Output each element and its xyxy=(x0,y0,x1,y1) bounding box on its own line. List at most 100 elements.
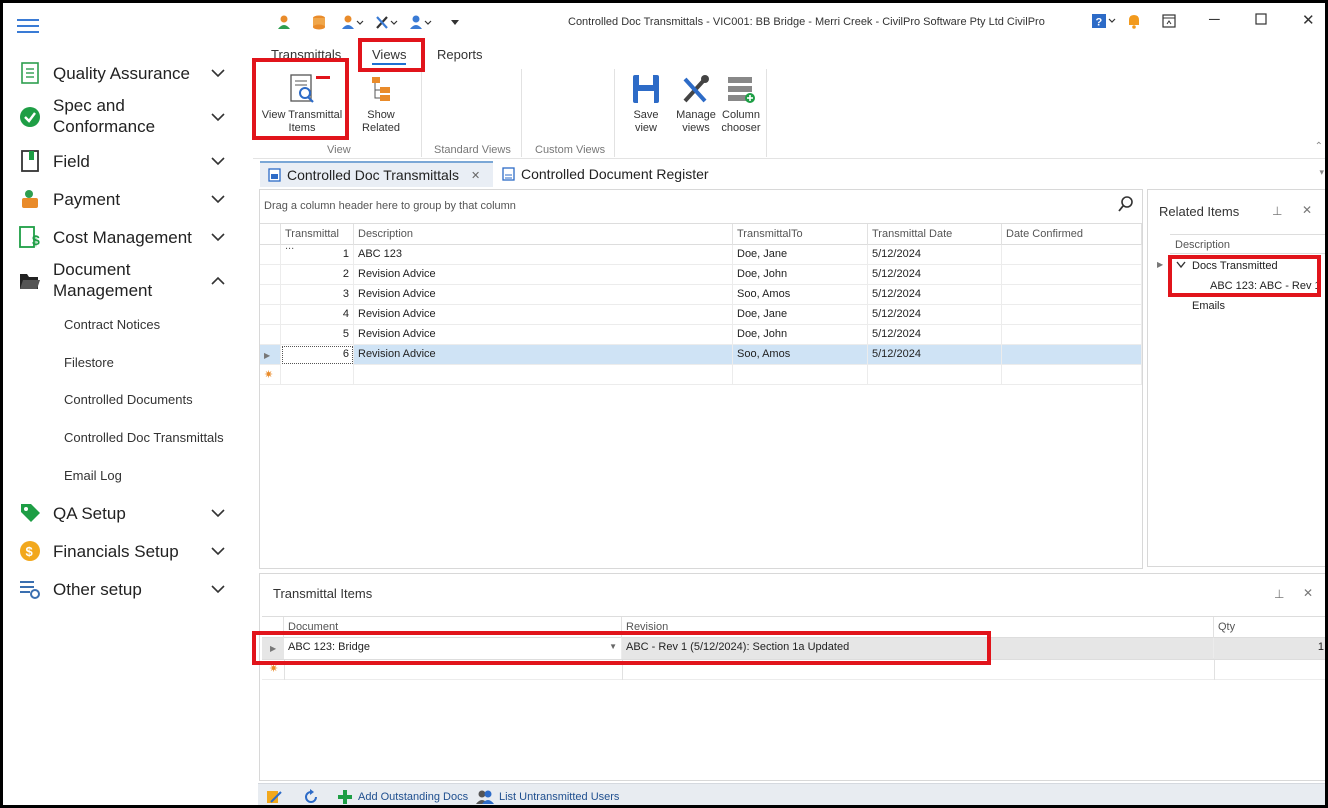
date-confirmed-cell[interactable] xyxy=(1002,245,1142,265)
hamburger-menu-icon[interactable] xyxy=(17,19,39,35)
col-header-transmittal-date[interactable]: Transmittal Date xyxy=(868,224,1002,245)
transmittal-no-cell[interactable]: 2 xyxy=(281,265,354,285)
col-header-qty[interactable]: Qty xyxy=(1214,617,1325,638)
sidebar-item-field[interactable]: Field xyxy=(3,149,253,173)
description-cell[interactable]: Revision Advice xyxy=(354,285,733,305)
date-confirmed-cell[interactable] xyxy=(1002,325,1142,345)
tab-views[interactable]: Views xyxy=(372,47,407,65)
sidebar-item-other-setup[interactable]: Other setup xyxy=(3,577,253,601)
tools-icon[interactable] xyxy=(373,13,401,31)
tree-chevron-icon[interactable] xyxy=(1176,260,1186,272)
date-confirmed-cell[interactable] xyxy=(1002,265,1142,285)
customize-toolbar-icon[interactable] xyxy=(441,13,469,31)
new-row[interactable]: ✷ xyxy=(260,365,1142,385)
description-cell[interactable]: Revision Advice xyxy=(354,265,733,285)
col-header-transmittal-no[interactable]: Transmittal ... xyxy=(281,224,354,252)
expand-arrow-icon[interactable]: ▶ xyxy=(1157,260,1163,269)
add-outstanding-docs-button[interactable]: Add Outstanding Docs xyxy=(337,789,468,805)
sidebar-item-quality-assurance[interactable]: Quality Assurance xyxy=(3,61,253,85)
table-row[interactable]: ▶ 6 Revision Advice Soo, Amos 5/12/2024 xyxy=(260,345,1142,365)
person-icon[interactable] xyxy=(407,13,435,31)
show-related-button[interactable]: Show Related xyxy=(347,73,415,135)
table-row[interactable]: 2 Revision Advice Doe, John 5/12/2024 xyxy=(260,265,1142,285)
new-row-cell[interactable] xyxy=(1002,365,1142,385)
view-transmittal-items-button[interactable]: View Transmittal Items xyxy=(258,73,346,135)
column-chooser-button[interactable]: Column chooser xyxy=(719,73,763,135)
revision-cell[interactable]: ABC - Rev 1 (5/12/2024): Section 1a Upda… xyxy=(622,638,1214,658)
save-view-button[interactable]: Save view xyxy=(621,73,671,135)
sidebar-subitem-contract-notices[interactable]: Contract Notices xyxy=(64,317,160,332)
col-header-revision[interactable]: Revision xyxy=(622,617,1214,638)
table-row[interactable]: 4 Revision Advice Doe, Jane 5/12/2024 xyxy=(260,305,1142,325)
transmittal-date-cell[interactable]: 5/12/2024 xyxy=(868,325,1002,345)
search-icon[interactable] xyxy=(1118,196,1134,212)
transmittal-date-cell[interactable]: 5/12/2024 xyxy=(868,345,1002,365)
transmittal-to-cell[interactable]: Doe, Jane xyxy=(733,245,868,265)
sidebar-subitem-email-log[interactable]: Email Log xyxy=(64,468,122,483)
sidebar-subitem-controlled-doc-transmittals[interactable]: Controlled Doc Transmittals xyxy=(64,430,224,445)
refresh-icon[interactable] xyxy=(303,789,319,805)
qty-cell[interactable]: 1 xyxy=(1214,638,1325,658)
items-grid-row[interactable]: ▶ ABC 123: Bridge ▼ ABC - Rev 1 (5/12/20… xyxy=(262,638,1325,660)
document-cell[interactable]: ABC 123: Bridge ▼ xyxy=(284,638,622,659)
tab-overflow-icon[interactable]: ▾ xyxy=(1319,167,1324,178)
table-row[interactable]: 1 ABC 123 Doe, Jane 5/12/2024 xyxy=(260,245,1142,265)
close-panel-icon[interactable]: ✕ xyxy=(1302,203,1312,217)
row-indicator[interactable]: ▶ xyxy=(260,345,281,365)
transmittal-to-cell[interactable]: Doe, Jane xyxy=(733,305,868,325)
sidebar-item-qa-setup[interactable]: QA Setup xyxy=(3,501,253,525)
sidebar-subitem-controlled-documents[interactable]: Controlled Documents xyxy=(64,392,193,407)
sidebar-item-financials-setup[interactable]: $ Financials Setup xyxy=(3,539,253,563)
tab-transmittals[interactable]: Transmittals xyxy=(271,47,341,62)
col-header-transmittal-to[interactable]: TransmittalTo xyxy=(733,224,868,245)
transmittal-date-cell[interactable]: 5/12/2024 xyxy=(868,305,1002,325)
col-header-document[interactable]: Document xyxy=(284,617,622,638)
database-icon[interactable] xyxy=(305,13,333,31)
sidebar-item-spec-conformance[interactable]: Spec and Conformance xyxy=(3,95,253,139)
transmittal-to-cell[interactable]: Doe, John xyxy=(733,265,868,285)
description-cell[interactable]: Revision Advice xyxy=(354,325,733,345)
manage-views-button[interactable]: Manage views xyxy=(674,73,718,135)
description-cell[interactable]: ABC 123 xyxy=(354,245,733,265)
user-dropdown-icon[interactable] xyxy=(339,13,367,31)
tree-node-document[interactable]: ABC 123: ABC - Rev 1 xyxy=(1210,280,1321,292)
row-indicator[interactable] xyxy=(260,285,281,305)
collapse-ribbon-icon[interactable]: ⌃ xyxy=(1315,141,1323,152)
tree-node-emails[interactable]: Emails xyxy=(1192,300,1225,312)
transmittal-to-cell[interactable]: Soo, Amos xyxy=(733,345,868,365)
sidebar-item-payment[interactable]: Payment xyxy=(3,187,253,211)
col-header-description[interactable]: Description xyxy=(354,224,733,245)
tree-node-docs-transmitted[interactable]: Docs Transmitted xyxy=(1192,260,1278,272)
close-tab-icon[interactable]: ✕ xyxy=(471,169,480,182)
minimize-icon[interactable]: ─ xyxy=(1209,11,1220,28)
date-confirmed-cell[interactable] xyxy=(1002,345,1142,365)
dropdown-arrow-icon[interactable]: ▼ xyxy=(609,642,617,651)
transmittal-to-cell[interactable]: Soo, Amos xyxy=(733,285,868,305)
restore-layout-icon[interactable] xyxy=(1162,14,1176,32)
description-cell[interactable]: Revision Advice xyxy=(354,345,733,365)
maximize-icon[interactable] xyxy=(1255,12,1267,29)
sidebar-subitem-filestore[interactable]: Filestore xyxy=(64,355,114,370)
date-confirmed-cell[interactable] xyxy=(1002,305,1142,325)
description-cell[interactable]: Revision Advice xyxy=(354,305,733,325)
transmittal-date-cell[interactable]: 5/12/2024 xyxy=(868,245,1002,265)
transmittal-no-cell[interactable]: 6 xyxy=(281,345,354,365)
items-new-row[interactable]: ✷ xyxy=(262,660,1325,680)
pin-icon[interactable]: ⊥ xyxy=(1272,204,1282,218)
new-row-cell[interactable] xyxy=(354,365,733,385)
group-panel-hint[interactable]: Drag a column header here to group by th… xyxy=(264,200,516,212)
row-indicator[interactable] xyxy=(260,325,281,345)
new-row-cell[interactable] xyxy=(281,365,354,385)
tab-reports[interactable]: Reports xyxy=(437,47,483,62)
transmittal-no-cell[interactable]: 1 xyxy=(281,245,354,265)
col-header-date-confirmed[interactable]: Date Confirmed xyxy=(1002,224,1142,245)
related-col-header[interactable]: Description xyxy=(1170,234,1325,254)
transmittal-no-cell[interactable]: 3 xyxy=(281,285,354,305)
bell-icon[interactable] xyxy=(1127,13,1141,33)
row-indicator[interactable] xyxy=(260,265,281,285)
transmittal-no-cell[interactable]: 4 xyxy=(281,305,354,325)
pin-icon[interactable]: ⊥ xyxy=(1274,587,1284,601)
table-row[interactable]: 3 Revision Advice Soo, Amos 5/12/2024 xyxy=(260,285,1142,305)
new-row-cell[interactable] xyxy=(868,365,1002,385)
transmittal-date-cell[interactable]: 5/12/2024 xyxy=(868,265,1002,285)
